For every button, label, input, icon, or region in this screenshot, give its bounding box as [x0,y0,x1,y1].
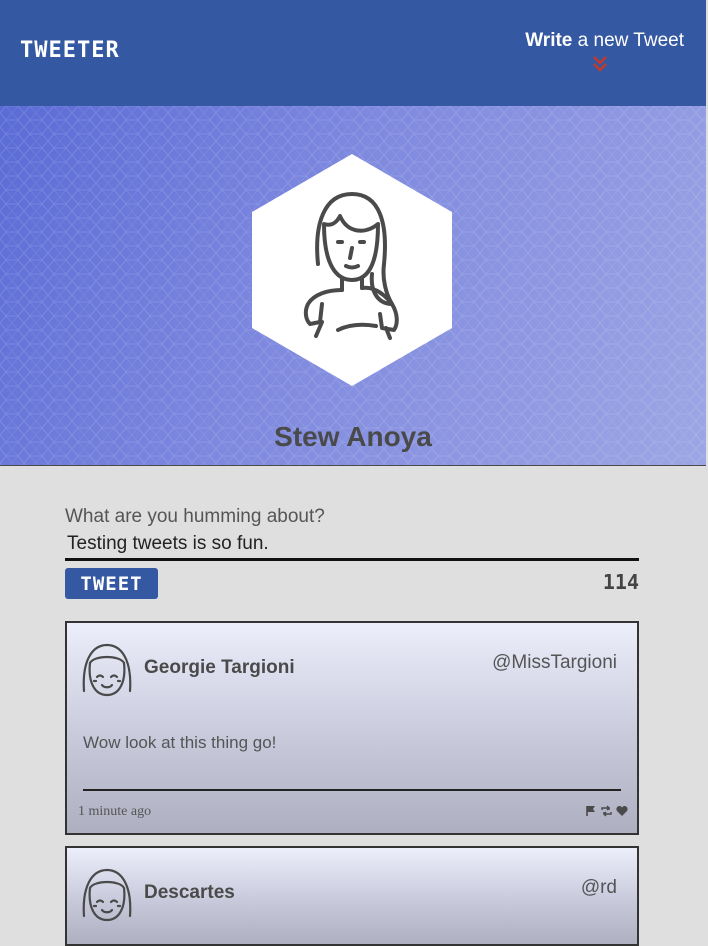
tweet-actions [585,805,628,817]
composer-footer: TWEET 114 [65,568,639,608]
composer-prompt: What are you humming about? [65,506,325,527]
top-nav: TWEETER Write a new Tweet [0,0,706,106]
tweet-author-handle[interactable]: @MissTargioni [492,652,617,674]
flag-icon[interactable] [585,805,597,817]
tweet-body: Wow look at this thing go! [83,733,277,752]
tweet-timestamp: 1 minute ago [78,804,152,819]
tweet-author-handle[interactable]: @rd [581,877,617,899]
double-chevron-down-icon[interactable] [589,54,611,76]
profile-avatar [252,154,452,386]
tweet-composer: What are you humming about? Testing twee… [65,506,639,608]
heart-icon[interactable] [616,805,628,817]
user-avatar-icon [82,868,132,922]
tweet-card: Descartes @rd [65,846,639,946]
char-counter: 114 [602,570,639,594]
tweet-card: Georgie Targioni @MissTargioni Wow look … [65,621,639,835]
user-avatar-icon [82,643,132,697]
tweet-textarea[interactable]: Testing tweets is so fun. [65,533,639,561]
compose-label-bold: Write [525,30,573,51]
write-tweet-toggle[interactable]: Write a new Tweet [525,30,684,52]
retweet-icon[interactable] [600,805,613,817]
tweet-divider [83,789,621,791]
compose-label-rest: a new Tweet [572,30,684,51]
tweet-author-name[interactable]: Georgie Targioni [144,657,295,679]
profile-username: Stew Anoya [274,421,432,452]
brand-logo[interactable]: TWEETER [20,38,120,63]
tweet-author-name[interactable]: Descartes [144,882,235,904]
tweet-button[interactable]: TWEET [65,568,158,599]
